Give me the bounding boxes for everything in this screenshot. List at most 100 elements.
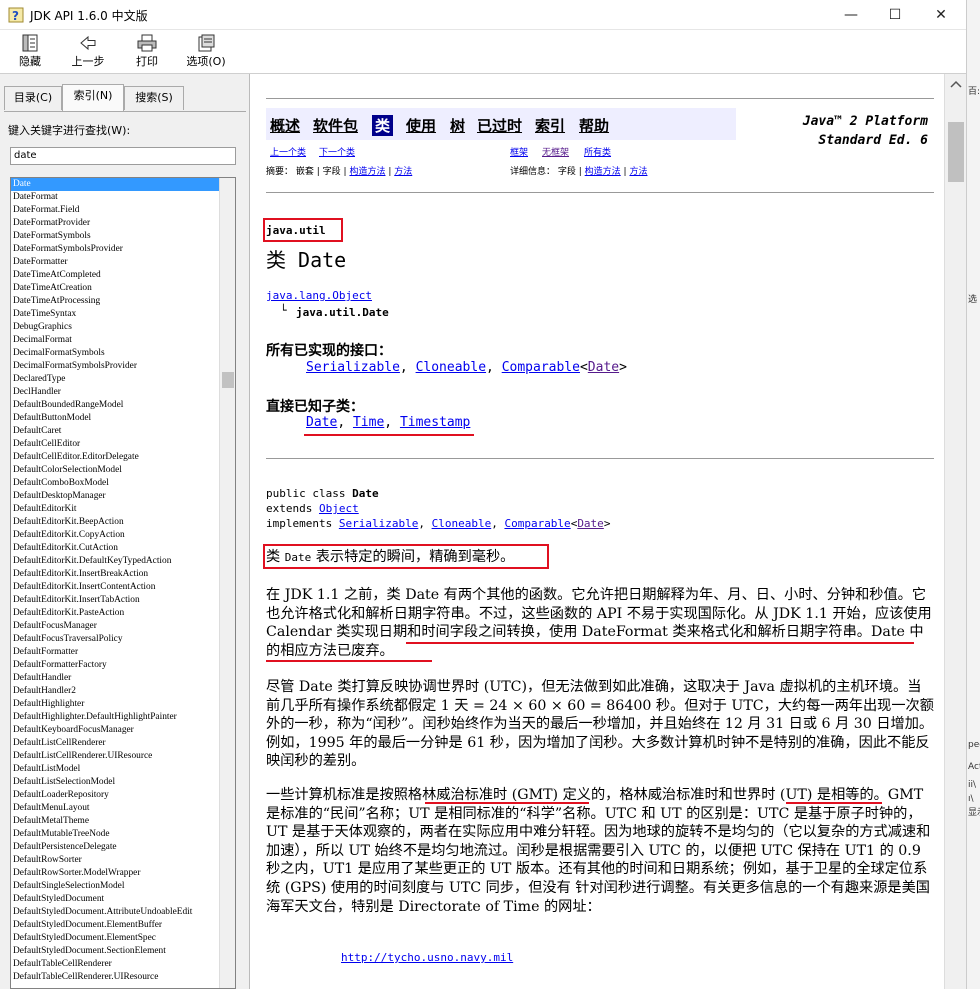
index-list-scrollbar[interactable] [219,178,235,988]
interface-generic-link[interactable]: Date [588,360,619,375]
prev-class-link[interactable]: 上一个类 [270,145,306,158]
tab-index[interactable]: 索引(N) [62,84,124,111]
index-list-item[interactable]: DefaultStyledDocument.ElementBuffer [11,919,220,932]
detail-constructor-link[interactable]: 构造方法 [585,167,621,177]
all-classes-link[interactable]: 所有类 [584,145,611,158]
interface-serializable-link[interactable]: Serializable [306,360,400,375]
index-list-item[interactable]: DefaultButtonModel [11,412,220,425]
index-list-item[interactable]: DefaultFormatterFactory [11,659,220,672]
index-list-item[interactable]: DefaultColorSelectionModel [11,464,220,477]
minimize-button[interactable]: — [828,0,874,30]
index-list-item[interactable]: DefaultComboBoxModel [11,477,220,490]
nav-overview[interactable]: 概述 [270,115,300,136]
maximize-button[interactable]: ☐ [872,0,918,30]
print-button[interactable]: 打印 [117,34,177,72]
index-list-item[interactable]: DefaultEditorKit [11,503,220,516]
index-list-item[interactable]: DefaultRowSorter [11,854,220,867]
index-list-item[interactable]: DateFormat.Field [11,204,220,217]
index-list-item[interactable]: DateFormatter [11,256,220,269]
summary-method-link[interactable]: 方法 [394,167,412,177]
index-list-item[interactable]: DateFormatSymbols [11,230,220,243]
interface-cloneable-link[interactable]: Cloneable [416,360,486,375]
index-list-item[interactable]: DateFormatProvider [11,217,220,230]
content-scrollbar[interactable] [944,74,966,989]
index-list-item[interactable]: DeclaredType [11,373,220,386]
index-list-item[interactable]: DefaultListSelectionModel [11,776,220,789]
index-list-item[interactable]: DefaultSingleSelectionModel [11,880,220,893]
index-list-scroll-thumb[interactable] [222,372,234,388]
index-list-item[interactable]: DefaultStyledDocument.AttributeUndoableE… [11,906,220,919]
index-list-item[interactable]: DebugGraphics [11,321,220,334]
index-list-item[interactable]: DefaultListCellRenderer [11,737,220,750]
index-list-item[interactable]: DefaultBoundedRangeModel [11,399,220,412]
tab-contents[interactable]: 目录(C) [4,86,62,110]
index-list-item[interactable]: Date [11,178,220,191]
index-list-item[interactable]: DefaultHandler [11,672,220,685]
decl-object-link[interactable]: Object [319,502,359,515]
index-list-item[interactable]: DecimalFormatSymbolsProvider [11,360,220,373]
index-list-item[interactable]: DefaultLoaderRepository [11,789,220,802]
nav-package[interactable]: 软件包 [313,115,358,136]
index-list-item[interactable]: DefaultRowSorter.ModelWrapper [11,867,220,880]
superclass-link[interactable]: java.lang.Object [266,289,372,302]
hide-button[interactable]: 隐藏 [0,34,60,72]
index-list-item[interactable]: DeclHandler [11,386,220,399]
index-list-item[interactable]: DefaultEditorKit.DefaultKeyTypedAction [11,555,220,568]
nav-tree[interactable]: 树 [450,115,465,136]
detail-method-link[interactable]: 方法 [629,167,647,177]
index-list-item[interactable]: DefaultKeyboardFocusManager [11,724,220,737]
interface-comparable-link[interactable]: Comparable [502,360,580,375]
index-list-item[interactable]: DefaultEditorKit.BeepAction [11,516,220,529]
index-list-item[interactable]: DecimalFormat [11,334,220,347]
nav-help[interactable]: 帮助 [579,115,609,136]
index-list-item[interactable]: DefaultMenuLayout [11,802,220,815]
subclass-timestamp-link[interactable]: Timestamp [400,415,470,430]
summary-constructor-link[interactable]: 构造方法 [349,167,385,177]
frames-link[interactable]: 框架 [510,145,528,158]
index-list-item[interactable]: DefaultFocusManager [11,620,220,633]
index-list-item[interactable]: DefaultFormatter [11,646,220,659]
index-list-item[interactable]: DefaultEditorKit.InsertTabAction [11,594,220,607]
index-list-item[interactable]: DateTimeAtCreation [11,282,220,295]
index-list-item[interactable]: DecimalFormatSymbols [11,347,220,360]
index-list-item[interactable]: DefaultStyledDocument [11,893,220,906]
index-list-item[interactable]: DefaultCellEditor.EditorDelegate [11,451,220,464]
index-list-item[interactable]: DefaultEditorKit.CutAction [11,542,220,555]
index-list-item[interactable]: DateTimeAtCompleted [11,269,220,282]
index-list-item[interactable]: DefaultEditorKit.InsertBreakAction [11,568,220,581]
nav-use[interactable]: 使用 [406,115,436,136]
options-button[interactable]: 选项(O) [176,34,236,72]
index-list-item[interactable]: DateTimeAtProcessing [11,295,220,308]
index-list-item[interactable]: DefaultEditorKit.CopyAction [11,529,220,542]
subclass-date-link[interactable]: Date [306,415,337,430]
index-list-item[interactable]: DefaultStyledDocument.ElementSpec [11,932,220,945]
index-list-item[interactable]: DefaultFocusTraversalPolicy [11,633,220,646]
index-list-item[interactable]: DefaultMutableTreeNode [11,828,220,841]
nav-deprecated[interactable]: 已过时 [477,115,522,136]
back-button[interactable]: 上一步 [58,34,118,72]
index-list-item[interactable]: DateFormatSymbolsProvider [11,243,220,256]
index-list-item[interactable]: DefaultEditorKit.PasteAction [11,607,220,620]
index-list-item[interactable]: DefaultCellEditor [11,438,220,451]
index-list-item[interactable]: DateTimeSyntax [11,308,220,321]
decl-cloneable-link[interactable]: Cloneable [432,517,492,530]
keyword-search-input[interactable]: date [10,147,236,165]
nav-index[interactable]: 索引 [535,115,565,136]
next-class-link[interactable]: 下一个类 [319,145,355,158]
index-list-item[interactable]: DefaultListModel [11,763,220,776]
usno-link[interactable]: http://tycho.usno.navy.mil [341,951,513,964]
scroll-up-icon[interactable] [950,80,962,88]
index-list-item[interactable]: DefaultListCellRenderer.UIResource [11,750,220,763]
index-list-item[interactable]: DefaultHighlighter.DefaultHighlightPaint… [11,711,220,724]
index-list-item[interactable]: DefaultTableCellRenderer [11,958,220,971]
index-list-item[interactable]: DefaultEditorKit.InsertContentAction [11,581,220,594]
decl-comparable-link[interactable]: Comparable [504,517,570,530]
no-frames-link[interactable]: 无框架 [542,145,569,158]
close-button[interactable]: ✕ [918,0,964,30]
index-list-item[interactable]: DateFormat [11,191,220,204]
index-list-item[interactable]: DefaultMetalTheme [11,815,220,828]
content-scroll-thumb[interactable] [948,122,964,182]
index-listbox[interactable]: Date DateFormat DateFormat.Field DateFormat… [10,177,236,989]
decl-generic-link[interactable]: Date [577,517,604,530]
index-list-item[interactable]: DefaultTableCellRenderer.UIResource [11,971,220,984]
